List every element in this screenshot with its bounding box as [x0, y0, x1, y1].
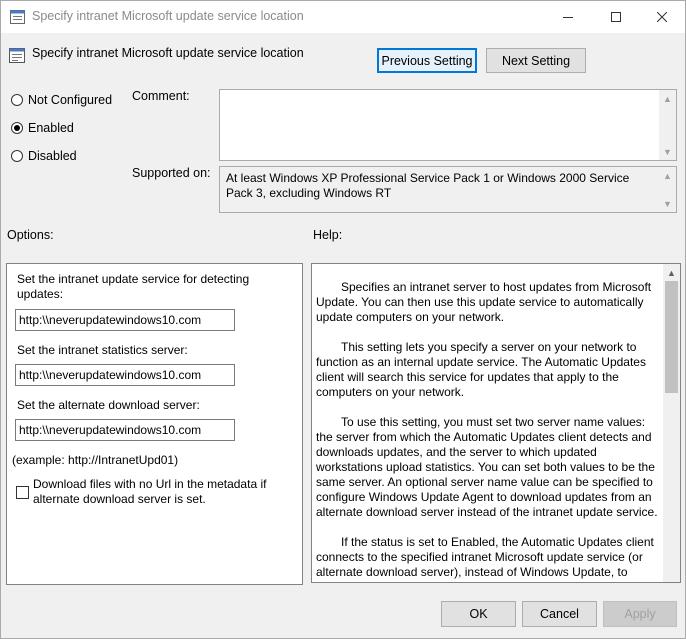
help-scrollbar[interactable]: ▲ [663, 264, 680, 582]
apply-button[interactable]: Apply [603, 601, 677, 627]
options-heading: Options: [7, 228, 54, 242]
stats-server-label: Set the intranet statistics server: [17, 343, 188, 357]
radio-circle [11, 150, 23, 162]
help-panel: Specifies an intranet server to host upd… [311, 263, 681, 583]
close-button[interactable] [639, 1, 685, 33]
detect-server-input[interactable] [15, 309, 235, 331]
scrollbar-thumb[interactable] [665, 281, 678, 393]
help-heading: Help: [313, 228, 343, 242]
comment-scrollbar[interactable]: ▲ ▼ [659, 90, 676, 160]
scroll-up-icon[interactable]: ▲ [659, 167, 676, 184]
radio-label: Disabled [28, 149, 77, 163]
minimize-button[interactable] [545, 1, 591, 33]
radio-circle-selected [11, 122, 23, 134]
previous-setting-button[interactable]: Previous Setting [377, 48, 477, 73]
comment-textarea[interactable]: ▲ ▼ [219, 89, 677, 161]
radio-not-configured[interactable]: Not Configured [11, 92, 112, 108]
setting-title: Specify intranet Microsoft update servic… [32, 46, 304, 60]
checkbox-label: Download files with no Url in the metada… [33, 477, 267, 506]
close-icon [657, 12, 667, 22]
detect-server-label: Set the intranet update service for dete… [17, 272, 250, 301]
radio-label: Enabled [28, 121, 74, 135]
scroll-down-icon[interactable]: ▼ [659, 195, 676, 212]
cancel-button[interactable]: Cancel [522, 601, 597, 627]
help-paragraph: This setting lets you specify a server o… [316, 340, 646, 399]
title-bar: Specify intranet Microsoft update servic… [1, 1, 685, 33]
radio-circle [11, 94, 23, 106]
example-text: (example: http://IntranetUpd01) [12, 453, 179, 467]
supported-on-box: At least Windows XP Professional Service… [219, 166, 677, 213]
options-panel: Set the intranet update service for dete… [6, 263, 303, 585]
supported-scrollbar[interactable]: ▲ ▼ [659, 167, 676, 212]
help-paragraph: To use this setting, you must set two se… [316, 415, 658, 519]
help-paragraph: Specifies an intranet server to host upd… [316, 280, 652, 324]
maximize-icon [611, 12, 621, 22]
help-paragraph: If the status is set to Enabled, the Aut… [316, 535, 654, 579]
radio-disabled[interactable]: Disabled [11, 148, 77, 164]
supported-on-label: Supported on: [132, 166, 211, 180]
scroll-up-icon[interactable]: ▲ [663, 264, 680, 281]
maximize-button[interactable] [593, 1, 639, 33]
radio-enabled[interactable]: Enabled [11, 120, 74, 136]
supported-on-text: At least Windows XP Professional Service… [226, 171, 630, 200]
minimize-icon [563, 17, 573, 18]
policy-setting-icon [9, 48, 25, 63]
alt-download-input[interactable] [15, 419, 235, 441]
ok-button[interactable]: OK [441, 601, 516, 627]
scroll-down-icon[interactable]: ▼ [659, 143, 676, 160]
policy-dialog-window: Specify intranet Microsoft update servic… [0, 0, 686, 639]
alt-download-label: Set the alternate download server: [17, 398, 200, 412]
window-title: Specify intranet Microsoft update servic… [32, 9, 304, 23]
policy-setting-icon [10, 10, 25, 24]
stats-server-input[interactable] [15, 364, 235, 386]
scroll-up-icon[interactable]: ▲ [659, 90, 676, 107]
next-setting-button[interactable]: Next Setting [486, 48, 586, 73]
radio-label: Not Configured [28, 93, 113, 107]
comment-label: Comment: [132, 89, 190, 103]
help-text: Specifies an intranet server to host upd… [316, 280, 662, 595]
no-url-download-checkbox[interactable] [16, 486, 29, 499]
